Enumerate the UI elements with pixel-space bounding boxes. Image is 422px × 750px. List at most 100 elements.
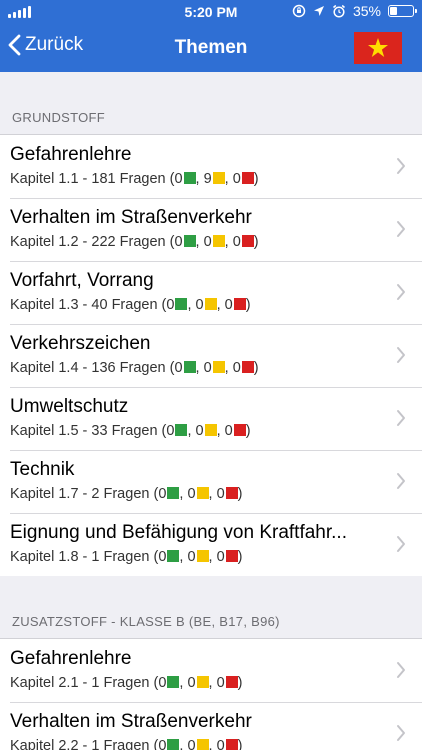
red-count: 0 — [216, 738, 225, 750]
list-item[interactable]: Verhalten im Straßenverkehr Kapitel 2.2 -… — [0, 702, 422, 750]
yellow-count: 9 — [203, 171, 212, 187]
green-square-icon — [183, 172, 196, 184]
star-icon — [368, 38, 388, 57]
list-item[interactable]: Gefahrenlehre Kapitel 2.1 - 1 Fragen (0, … — [0, 639, 422, 702]
topic-subtitle: Kapitel 1.3 - 40 Fragen (0, 0, 0) — [10, 297, 251, 313]
chevron-right-icon — [397, 725, 405, 741]
chapter-info: Kapitel 1.2 - 222 Fragen — [10, 234, 166, 250]
chapter-info: Kapitel 1.5 - 33 Fragen — [10, 423, 158, 439]
rotation-lock-icon — [292, 4, 306, 18]
section-header-zusatzstoff: ZUSATZSTOFF - KLASSE B (BE, B17, B96) — [12, 614, 280, 629]
red-count: 0 — [216, 549, 225, 565]
chapter-info: Kapitel 1.3 - 40 Fragen — [10, 297, 158, 313]
topic-subtitle: Kapitel 1.5 - 33 Fragen (0, 0, 0) — [10, 423, 251, 439]
yellow-count: 0 — [195, 423, 204, 439]
green-square-icon — [175, 424, 188, 436]
list-item[interactable]: Eignung und Befähigung von Kraftfahr... K… — [0, 513, 422, 576]
red-square-icon — [241, 361, 254, 373]
yellow-count: 0 — [187, 675, 196, 691]
red-square-icon — [225, 550, 238, 562]
green-square-icon — [167, 676, 180, 688]
red-square-icon — [225, 676, 238, 688]
navigation-bar: Zurück Themen — [0, 24, 422, 72]
topic-title: Gefahrenlehre — [10, 648, 132, 669]
topic-subtitle: Kapitel 1.1 - 181 Fragen (0, 9, 0) — [10, 171, 259, 187]
yellow-count: 0 — [187, 486, 196, 502]
green-count: 0 — [174, 234, 183, 250]
green-count: 0 — [158, 549, 167, 565]
yellow-count: 0 — [187, 738, 196, 750]
red-square-icon — [241, 172, 254, 184]
location-icon — [313, 6, 324, 16]
list-zusatzstoff: Gefahrenlehre Kapitel 2.1 - 1 Fragen (0, … — [0, 638, 422, 750]
yellow-square-icon — [204, 424, 217, 436]
green-count: 0 — [166, 423, 175, 439]
green-square-icon — [183, 361, 196, 373]
list-item[interactable]: Umweltschutz Kapitel 1.5 - 33 Fragen (0, … — [0, 387, 422, 450]
chapter-info: Kapitel 2.1 - 1 Fragen — [10, 675, 150, 691]
green-count: 0 — [158, 738, 167, 750]
topic-subtitle: Kapitel 1.8 - 1 Fragen (0, 0, 0) — [10, 549, 243, 565]
chapter-info: Kapitel 1.1 - 181 Fragen — [10, 171, 166, 187]
language-flag-button[interactable] — [354, 32, 402, 64]
chapter-info: Kapitel 1.4 - 136 Fragen — [10, 360, 166, 376]
list-item[interactable]: Gefahrenlehre Kapitel 1.1 - 181 Fragen (0… — [0, 135, 422, 198]
topic-title: Gefahrenlehre — [10, 144, 132, 165]
yellow-square-icon — [196, 550, 209, 562]
red-count: 0 — [224, 423, 233, 439]
red-square-icon — [233, 424, 246, 436]
topic-subtitle: Kapitel 2.2 - 1 Fragen (0, 0, 0) — [10, 738, 243, 750]
green-square-icon — [183, 235, 196, 247]
topic-title: Eignung und Befähigung von Kraftfahr... — [10, 522, 347, 543]
chevron-right-icon — [397, 158, 405, 174]
list-grundstoff: Gefahrenlehre Kapitel 1.1 - 181 Fragen (0… — [0, 134, 422, 576]
yellow-square-icon — [196, 739, 209, 750]
yellow-square-icon — [212, 172, 225, 184]
battery-icon — [388, 5, 417, 17]
yellow-square-icon — [196, 676, 209, 688]
yellow-count: 0 — [195, 297, 204, 313]
topic-subtitle: Kapitel 1.2 - 222 Fragen (0, 0, 0) — [10, 234, 259, 250]
yellow-square-icon — [204, 298, 217, 310]
red-count: 0 — [232, 234, 241, 250]
chevron-right-icon — [397, 221, 405, 237]
yellow-square-icon — [212, 235, 225, 247]
yellow-square-icon — [212, 361, 225, 373]
app-header: 5:20 PM 35% Zurück Themen — [0, 0, 422, 72]
list-item[interactable]: Verhalten im Straßenverkehr Kapitel 1.2 -… — [0, 198, 422, 261]
red-square-icon — [225, 487, 238, 499]
battery-percent: 35% — [352, 3, 381, 19]
red-square-icon — [225, 739, 238, 750]
green-count: 0 — [166, 297, 175, 313]
red-count: 0 — [232, 360, 241, 376]
yellow-count: 0 — [203, 234, 212, 250]
red-count: 0 — [224, 297, 233, 313]
green-count: 0 — [158, 486, 167, 502]
section-header-grundstoff: GRUNDSTOFF — [12, 110, 106, 125]
topic-title: Technik — [10, 459, 75, 480]
chevron-right-icon — [397, 347, 405, 363]
green-count: 0 — [174, 171, 183, 187]
list-item[interactable]: Technik Kapitel 1.7 - 2 Fragen (0, 0, 0) — [0, 450, 422, 513]
chevron-right-icon — [397, 410, 405, 426]
topic-subtitle: Kapitel 1.4 - 136 Fragen (0, 0, 0) — [10, 360, 259, 376]
green-square-icon — [167, 550, 180, 562]
topic-title: Umweltschutz — [10, 396, 129, 417]
topic-title: Verkehrszeichen — [10, 333, 151, 354]
green-count: 0 — [158, 675, 167, 691]
green-count: 0 — [174, 360, 183, 376]
red-count: 0 — [216, 675, 225, 691]
red-count: 0 — [216, 486, 225, 502]
topic-title: Verhalten im Straßenverkehr — [10, 711, 252, 732]
yellow-count: 0 — [187, 549, 196, 565]
alarm-icon — [332, 4, 345, 18]
list-item[interactable]: Vorfahrt, Vorrang Kapitel 1.3 - 40 Fragen… — [0, 261, 422, 324]
chevron-right-icon — [397, 473, 405, 489]
list-item[interactable]: Verkehrszeichen Kapitel 1.4 - 136 Fragen … — [0, 324, 422, 387]
topic-title: Verhalten im Straßenverkehr — [10, 207, 252, 228]
topic-subtitle: Kapitel 1.7 - 2 Fragen (0, 0, 0) — [10, 486, 243, 502]
yellow-count: 0 — [203, 360, 212, 376]
green-square-icon — [167, 487, 180, 499]
red-square-icon — [233, 298, 246, 310]
chevron-right-icon — [397, 662, 405, 678]
